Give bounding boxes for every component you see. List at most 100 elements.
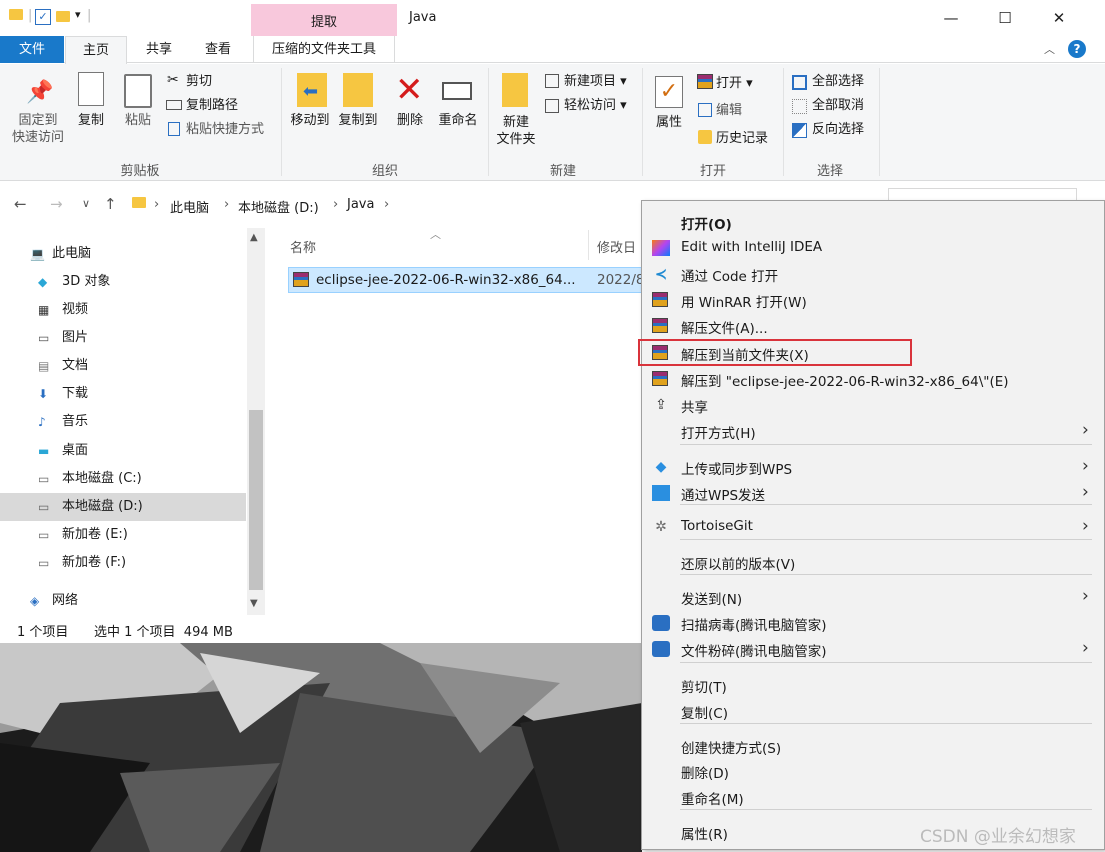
context-menu-item[interactable]: 打开(O) (642, 209, 1104, 235)
tree-item[interactable]: 💻 此电脑 (0, 240, 246, 268)
recent-locations-icon[interactable]: ∨ (82, 197, 90, 210)
video-icon: ▦ (38, 303, 50, 317)
document-icon: ▤ (38, 359, 50, 373)
file-row[interactable]: eclipse-jee-2022-06-R-win32-x86_64... 20… (288, 267, 645, 293)
chevron-right-icon: › (1082, 516, 1089, 536)
column-header-date[interactable]: 修改日 (597, 237, 636, 256)
context-menu-item[interactable]: Edit with IntelliJ IDEA (642, 235, 1104, 261)
context-menu-item[interactable]: 扫描病毒(腾讯电脑管家) (642, 610, 1104, 636)
breadcrumb-java[interactable]: Java (347, 197, 374, 212)
context-menu-item[interactable]: 通过WPS发送 › (642, 480, 1104, 506)
tree-item[interactable]: ▭ 新加卷 (F:) (0, 549, 246, 577)
tree-item[interactable]: ▭ 本地磁盘 (D:) (0, 493, 246, 521)
invert-selection-button[interactable]: 反向选择 (812, 121, 864, 138)
edit-button[interactable]: 编辑 (716, 102, 742, 119)
group-separator (879, 68, 880, 176)
selection-info: 选中 1 个项目 494 MB (94, 625, 233, 640)
context-menu-item[interactable]: 还原以前的版本(V) (642, 549, 1104, 575)
context-menu-item[interactable]: 剪切(T) (642, 672, 1104, 698)
scroll-down-icon[interactable]: ▼ (250, 598, 258, 609)
tab-compressed-tools[interactable]: 压缩的文件夹工具 (253, 36, 395, 63)
pin-quick-access-button[interactable]: 固定到 快速访问 (6, 112, 70, 146)
tree-scrollbar-thumb[interactable] (249, 410, 263, 590)
copy-button[interactable]: 复制 (74, 112, 108, 129)
easy-access-button[interactable]: 轻松访问 ▾ (564, 97, 627, 114)
copy-to-button[interactable]: 复制到 (334, 112, 382, 129)
new-folder-quick-icon[interactable] (56, 11, 70, 22)
new-folder-button[interactable]: 新建 文件夹 (492, 114, 540, 148)
context-menu-item[interactable]: 解压文件(A)... (642, 313, 1104, 339)
properties-quick-icon[interactable]: ✓ (35, 9, 51, 25)
minimize-button[interactable]: — (928, 4, 974, 32)
context-menu-item[interactable]: 发送到(N) › (642, 584, 1104, 610)
tree-item[interactable]: ▤ 文档 (0, 352, 246, 380)
tree-item[interactable]: ◈ 网络 (0, 587, 246, 615)
chevron-right-icon: › (1082, 456, 1089, 476)
context-menu-item[interactable]: 删除(D) (642, 758, 1104, 784)
column-header-name[interactable]: 名称 (290, 237, 316, 256)
column-divider[interactable] (588, 230, 589, 260)
context-menu-item[interactable]: 创建快捷方式(S) (642, 733, 1104, 759)
copy-path-button[interactable]: 复制路径 (186, 97, 238, 114)
breadcrumb-this-pc[interactable]: 此电脑 (170, 197, 209, 216)
help-icon[interactable]: ? (1068, 40, 1086, 58)
drive-icon: ▭ (38, 556, 50, 570)
tab-file[interactable]: 文件 (0, 36, 64, 63)
open-button[interactable]: 打开 ▾ (716, 75, 753, 92)
forward-icon[interactable]: → (50, 195, 63, 213)
tortoisegit-icon: ✲ (655, 519, 667, 535)
context-menu-item[interactable]: ◆ 上传或同步到WPS › (642, 454, 1104, 480)
group-separator (783, 68, 784, 176)
context-menu-item-label: 扫描病毒(腾讯电脑管家) (681, 618, 827, 634)
tree-item[interactable]: ▦ 视频 (0, 296, 246, 324)
tab-share[interactable]: 共享 (135, 36, 183, 63)
move-to-button[interactable]: 移动到 (286, 112, 334, 129)
chevron-up-icon[interactable]: ︿ (1044, 41, 1055, 57)
context-menu-item[interactable]: 重命名(M) (642, 784, 1104, 810)
close-button[interactable]: ✕ (1036, 4, 1082, 32)
delete-button[interactable]: 删除 (392, 112, 428, 129)
history-button[interactable]: 历史记录 (716, 130, 768, 147)
rename-button[interactable]: 重命名 (434, 112, 482, 129)
context-menu-item[interactable]: ≺ 通过 Code 打开 (642, 261, 1104, 287)
tree-item[interactable]: ▭ 本地磁盘 (C:) (0, 465, 246, 493)
context-menu-item-label: Edit with IntelliJ IDEA (681, 239, 823, 255)
cut-button[interactable]: 剪切 (186, 73, 212, 90)
paste-button[interactable]: 粘贴 (120, 112, 156, 129)
context-menu-item[interactable]: 复制(C) (642, 698, 1104, 724)
select-all-button[interactable]: 全部选择 (812, 73, 864, 90)
up-icon[interactable]: ↑ (104, 195, 117, 213)
context-menu-item[interactable]: 用 WinRAR 打开(W) (642, 287, 1104, 313)
properties-button[interactable]: 属性 (650, 114, 688, 131)
winrar-icon (652, 371, 670, 387)
new-item-button[interactable]: 新建项目 ▾ (564, 73, 627, 90)
desktop-wallpaper (0, 643, 642, 852)
paste-shortcut-button[interactable]: 粘贴快捷方式 (186, 121, 264, 138)
maximize-button[interactable]: ☐ (982, 4, 1028, 32)
invert-selection-icon (792, 123, 807, 138)
customize-quick-access-icon[interactable]: ▾ (75, 8, 81, 21)
select-none-button[interactable]: 全部取消 (812, 97, 864, 114)
scroll-up-icon[interactable]: ▲ (250, 232, 258, 243)
context-menu-item[interactable]: ⇪ 共享 (642, 392, 1104, 418)
tab-view[interactable]: 查看 (193, 36, 243, 63)
tree-item[interactable]: ♪ 音乐 (0, 408, 246, 436)
tree-item[interactable]: ▭ 新加卷 (E:) (0, 521, 246, 549)
context-menu-item[interactable]: ✲ TortoiseGit › (642, 514, 1104, 540)
open-icon (697, 74, 713, 89)
breadcrumb-separator: › (384, 197, 390, 212)
tree-item[interactable]: ▬ 桌面 (0, 437, 246, 465)
highlight-box (638, 339, 912, 366)
breadcrumb-drive-d[interactable]: 本地磁盘 (D:) (238, 197, 319, 216)
wps-send-icon (652, 485, 670, 501)
tree-item[interactable]: ◆ 3D 对象 (0, 268, 246, 296)
drive-icon: ▭ (38, 528, 50, 542)
tab-home[interactable]: 主页 (65, 36, 127, 64)
tree-item[interactable]: ⬇ 下载 (0, 380, 246, 408)
tree-item-label: 音乐 (62, 414, 89, 429)
context-menu-item[interactable]: 文件粉碎(腾讯电脑管家) › (642, 636, 1104, 662)
tree-item[interactable]: ▭ 图片 (0, 324, 246, 352)
context-menu-item[interactable]: 解压到 "eclipse-jee-2022-06-R-win32-x86_64\… (642, 366, 1104, 392)
back-icon[interactable]: ← (14, 195, 27, 213)
context-menu-item[interactable]: 打开方式(H) › (642, 418, 1104, 444)
